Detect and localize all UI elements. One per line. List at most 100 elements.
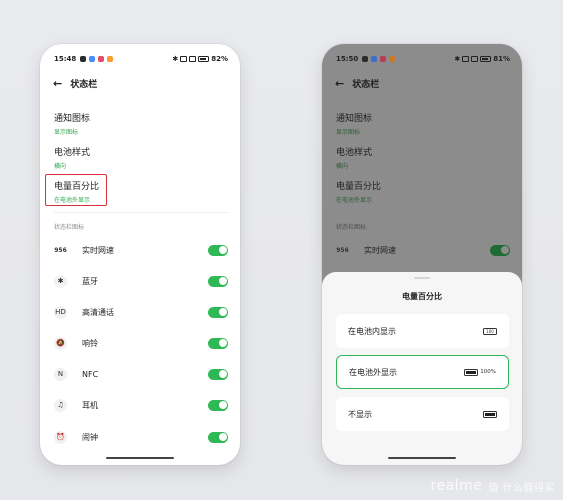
right-phone-screen: 15:50 ✱ 81% ← 状态栏 通知图标 显示图标 电池样式 横向 电量百分… [322, 44, 522, 465]
setting-battery-percentage[interactable]: 电量百分比 在电池外显示 [54, 179, 99, 204]
row-label: 蓝牙 [82, 276, 98, 286]
setting-battery-percentage[interactable]: 电量百分比 在电池外显示 [336, 179, 381, 204]
setting-value: 横向 [54, 163, 67, 170]
back-arrow-icon[interactable]: ← [335, 77, 344, 90]
toggle-switch[interactable] [208, 399, 228, 411]
notification-icons [362, 56, 396, 62]
row-bluetooth: ✱ 蓝牙 [54, 271, 228, 291]
row-label: 实时网速 [364, 245, 396, 255]
bottom-sheet: 电量百分比 在电池内显示 100 在电池外显示 100% 不显示 [322, 272, 522, 465]
row-headphones: ♫ 耳机 [54, 395, 228, 415]
wifi-icon [471, 56, 479, 62]
home-indicator[interactable] [106, 457, 174, 459]
battery-preview-icon [483, 410, 497, 418]
notification-icons [80, 56, 114, 62]
battery-percent: 81% [493, 55, 510, 63]
bluetooth-icon: ✱ [454, 55, 461, 63]
battery-preview-text: 100% [480, 369, 496, 375]
watermark-brand: realme [430, 478, 483, 494]
toggle-switch[interactable] [208, 244, 228, 256]
row-hd-call: HD 高清通话 [54, 302, 228, 322]
row-ringer: 🔕 响铃 [54, 333, 228, 353]
option-hide[interactable]: 不显示 [336, 397, 509, 431]
setting-title: 电池样式 [54, 148, 91, 158]
row-label: 闹钟 [82, 432, 98, 442]
left-phone-screen: 15:48 ✱ 82% ← 状态栏 通知图标 显示图标 电池样式 横向 电量百分… [40, 44, 240, 465]
row-label: 耳机 [82, 400, 98, 410]
sheet-grab-handle[interactable] [414, 277, 430, 279]
network-speed-icon: 956 [336, 246, 349, 254]
hd-call-icon: HD [54, 305, 67, 319]
page-header: ← 状态栏 [335, 77, 379, 90]
app-icon [389, 56, 396, 62]
mute-bell-icon: 🔕 [54, 336, 67, 350]
toggle-switch[interactable] [490, 244, 510, 256]
app-icon [89, 56, 96, 62]
section-label: 状态栏图标 [336, 224, 367, 231]
row-label: NFC [82, 369, 99, 379]
battery-icon [480, 56, 492, 62]
toggle-switch[interactable] [208, 337, 228, 349]
page-title: 状态栏 [70, 80, 98, 90]
battery-percent: 82% [211, 55, 228, 63]
option-inside-battery[interactable]: 在电池内显示 100 [336, 314, 509, 348]
battery-preview-text: 100 [486, 328, 494, 334]
setting-value: 显示图标 [54, 129, 79, 136]
headphones-icon: ♫ [54, 398, 67, 412]
row-alarm: ⏰ 闹钟 [54, 427, 228, 447]
watermark: realme 值 什么值得买 [431, 478, 555, 494]
setting-title: 电量百分比 [336, 182, 382, 192]
page-header: ← 状态栏 [53, 77, 97, 90]
toggle-switch[interactable] [208, 368, 228, 380]
home-indicator[interactable] [388, 457, 456, 459]
setting-title: 通知图标 [54, 114, 91, 124]
setting-notification-icons[interactable]: 通知图标 显示图标 [336, 111, 372, 136]
toggle-switch[interactable] [208, 275, 228, 287]
alarm-icon: ⏰ [54, 430, 67, 444]
divider [54, 212, 228, 213]
app-icon [380, 56, 387, 62]
signal-icon [462, 56, 470, 62]
status-bar: 15:48 ✱ 82% [54, 53, 228, 65]
signal-icon [180, 56, 188, 62]
option-label: 不显示 [348, 409, 372, 419]
status-bar: 15:50 ✱ 81% [336, 53, 510, 65]
setting-value: 在电池外显示 [336, 197, 373, 204]
back-arrow-icon[interactable]: ← [53, 77, 62, 90]
section-label: 状态栏图标 [54, 224, 85, 231]
setting-battery-style[interactable]: 电池样式 横向 [54, 145, 90, 170]
option-outside-battery[interactable]: 在电池外显示 100% [336, 355, 509, 389]
nfc-icon: N [54, 367, 67, 381]
network-speed-icon: 956 [54, 246, 67, 254]
row-label: 高清通话 [82, 307, 114, 317]
row-label: 响铃 [82, 338, 98, 348]
battery-preview-icon: 100 [483, 327, 497, 335]
bluetooth-icon: ✱ [54, 274, 67, 288]
setting-value: 显示图标 [336, 129, 361, 136]
page-title: 状态栏 [352, 80, 380, 90]
setting-notification-icons[interactable]: 通知图标 显示图标 [54, 111, 90, 136]
row-network-speed: 956 实时网速 [54, 240, 228, 260]
row-nfc: N NFC [54, 364, 228, 384]
status-time: 15:48 [54, 55, 77, 63]
battery-preview-icon: 100% [464, 368, 496, 376]
setting-title: 电池样式 [336, 148, 373, 158]
wifi-icon [189, 56, 197, 62]
app-icon [80, 56, 87, 62]
setting-value: 横向 [336, 163, 349, 170]
option-label: 在电池外显示 [349, 367, 397, 377]
sheet-title: 电量百分比 [402, 292, 442, 301]
watermark-site: 值 什么值得买 [488, 482, 555, 494]
app-icon [107, 56, 114, 62]
app-icon [98, 56, 105, 62]
setting-title: 通知图标 [336, 114, 373, 124]
setting-battery-style[interactable]: 电池样式 横向 [336, 145, 372, 170]
battery-icon [198, 56, 210, 62]
bluetooth-icon: ✱ [172, 55, 179, 63]
status-time: 15:50 [336, 55, 359, 63]
option-label: 在电池内显示 [348, 326, 396, 336]
app-icon [362, 56, 369, 62]
toggle-switch[interactable] [208, 431, 228, 443]
row-network-speed: 956 实时网速 [336, 240, 510, 260]
toggle-switch[interactable] [208, 306, 228, 318]
